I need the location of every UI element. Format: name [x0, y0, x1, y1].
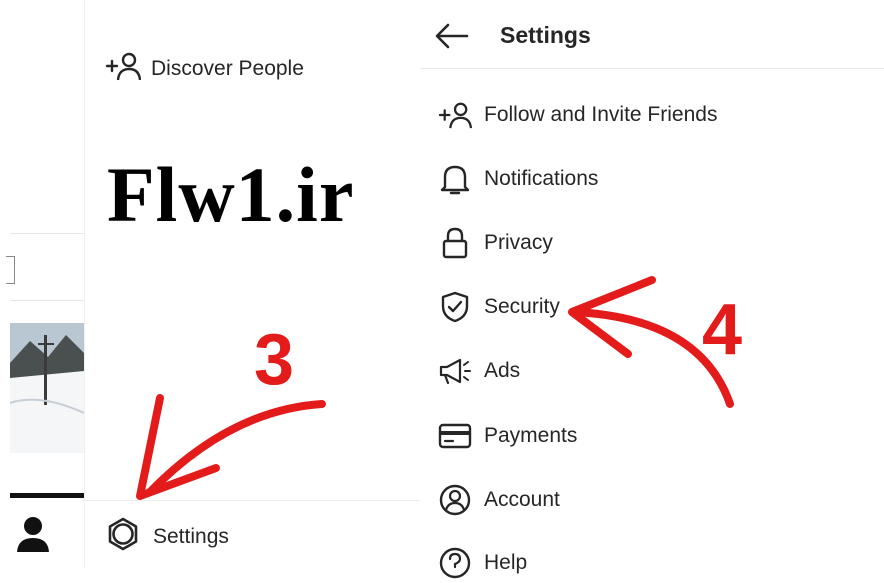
- add-person-icon: [105, 50, 142, 87]
- settings-item-label: Payments: [484, 424, 578, 447]
- settings-item-help[interactable]: Help: [438, 543, 527, 583]
- settings-item-label: Ads: [484, 359, 521, 382]
- settings-item-account[interactable]: Account: [438, 480, 560, 520]
- settings-item-label: Privacy: [484, 231, 553, 254]
- drawer-divider: [85, 500, 421, 501]
- settings-title: Settings: [500, 22, 591, 48]
- bottom-tabbar-indicator: [10, 493, 84, 498]
- settings-item-ads[interactable]: Ads: [438, 351, 520, 391]
- card-icon: [438, 419, 472, 453]
- back-arrow-icon[interactable]: [434, 18, 470, 54]
- settings-item-label: Notifications: [484, 167, 599, 190]
- shield-check-icon: [438, 290, 472, 324]
- feed-photo-thumbnail[interactable]: [10, 323, 84, 453]
- feed-divider: [10, 300, 84, 301]
- discover-people-item[interactable]: Discover People: [105, 50, 304, 87]
- lock-icon: [438, 226, 472, 260]
- settings-item-label: Account: [484, 488, 560, 511]
- megaphone-icon: [438, 354, 472, 388]
- gear-icon: [105, 516, 141, 557]
- side-drawer: Discover People Flw1.ir Settings: [84, 0, 421, 567]
- drawer-settings-label: Settings: [153, 524, 229, 548]
- settings-item-follow-invite[interactable]: Follow and Invite Friends: [438, 95, 717, 135]
- bell-icon: [438, 162, 472, 196]
- settings-item-label: Help: [484, 551, 528, 574]
- help-circle-icon: [438, 546, 472, 580]
- feed-divider: [10, 233, 84, 234]
- settings-item-privacy[interactable]: Privacy: [438, 223, 553, 263]
- settings-item-payments[interactable]: Payments: [438, 416, 577, 456]
- watermark-text: Flw1.ir: [107, 151, 355, 238]
- add-person-icon: [438, 98, 472, 132]
- feed-panel: [0, 0, 84, 567]
- account-circle-icon: [438, 483, 472, 517]
- settings-item-label: Security: [484, 295, 560, 318]
- feed-partial-element: [6, 256, 15, 284]
- discover-people-label: Discover People: [151, 56, 304, 80]
- settings-item-notifications[interactable]: Notifications: [438, 159, 598, 199]
- settings-header: Settings: [420, 12, 884, 69]
- settings-screen: Settings Follow and Invite Friends Notif…: [420, 0, 884, 579]
- profile-tab-icon[interactable]: [14, 514, 52, 554]
- settings-item-label: Follow and Invite Friends: [484, 103, 718, 126]
- settings-item-security[interactable]: Security: [438, 287, 560, 327]
- drawer-settings-item[interactable]: Settings: [105, 516, 229, 557]
